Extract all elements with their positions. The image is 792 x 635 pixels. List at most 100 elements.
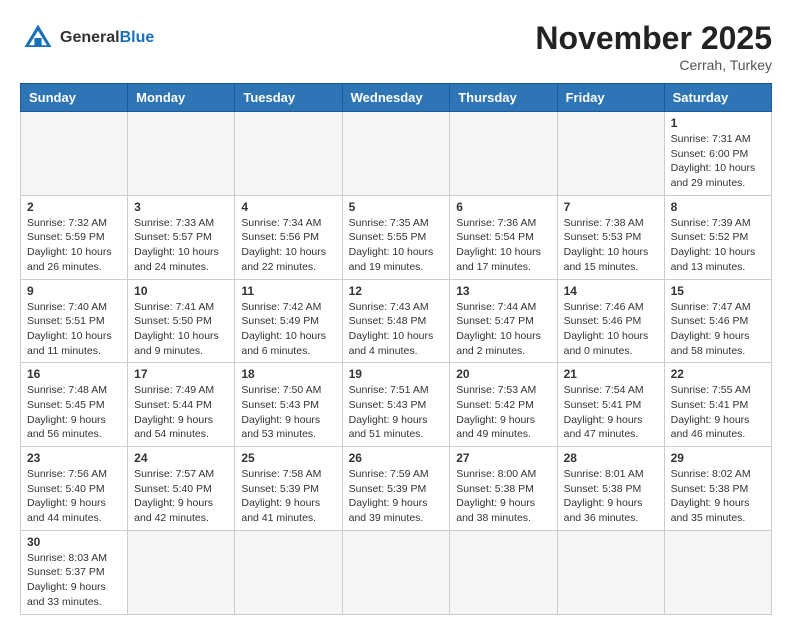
calendar-week-row: 23Sunrise: 7:56 AM Sunset: 5:40 PM Dayli…: [21, 447, 772, 531]
day-number: 18: [241, 367, 335, 381]
day-info: Sunrise: 7:47 AM Sunset: 5:46 PM Dayligh…: [671, 300, 765, 359]
calendar-cell: 7 Sunrise: 7:38 AM Sunset: 5:53 PM Daylig…: [557, 195, 664, 279]
calendar-day-header: Monday: [128, 84, 235, 112]
day-number: 22: [671, 367, 765, 381]
calendar-cell: [342, 530, 450, 614]
day-number: 25: [241, 451, 335, 465]
day-info: Sunrise: 7:59 AM Sunset: 5:39 PM Dayligh…: [349, 467, 444, 526]
day-info: Sunrise: 7:48 AM Sunset: 5:45 PM Dayligh…: [27, 383, 121, 442]
day-info: Sunrise: 8:00 AM Sunset: 5:38 PM Dayligh…: [456, 467, 550, 526]
day-number: 24: [134, 451, 228, 465]
calendar-cell: 19 Sunrise: 7:51 AM Sunset: 5:43 PM Dayli…: [342, 363, 450, 447]
day-number: 7: [564, 200, 658, 214]
calendar-cell: [128, 112, 235, 196]
month-title: November 2025: [535, 20, 772, 57]
calendar-cell: 11 Sunrise: 7:42 AM Sunset: 5:49 PM Dayli…: [235, 279, 342, 363]
day-number: 12: [349, 284, 444, 298]
calendar-cell: 18 Sunrise: 7:50 AM Sunset: 5:43 PM Dayli…: [235, 363, 342, 447]
calendar-cell: 16 Sunrise: 7:48 AM Sunset: 5:45 PM Dayli…: [21, 363, 128, 447]
day-number: 3: [134, 200, 228, 214]
calendar-cell: 13 Sunrise: 7:44 AM Sunset: 5:47 PM Dayli…: [450, 279, 557, 363]
calendar-table: SundayMondayTuesdayWednesdayThursdayFrid…: [20, 83, 772, 615]
calendar-cell: [557, 530, 664, 614]
day-number: 16: [27, 367, 121, 381]
day-info: Sunrise: 7:32 AM Sunset: 5:59 PM Dayligh…: [27, 216, 121, 275]
calendar-cell: 5 Sunrise: 7:35 AM Sunset: 5:55 PM Daylig…: [342, 195, 450, 279]
calendar-cell: [128, 530, 235, 614]
calendar-cell: 30Sunrise: 8:03 AM Sunset: 5:37 PM Dayli…: [21, 530, 128, 614]
calendar-cell: 26 Sunrise: 7:59 AM Sunset: 5:39 PM Dayli…: [342, 447, 450, 531]
day-info: Sunrise: 7:56 AM Sunset: 5:40 PM Dayligh…: [27, 467, 121, 526]
calendar-cell: 9 Sunrise: 7:40 AM Sunset: 5:51 PM Daylig…: [21, 279, 128, 363]
calendar-cell: 27 Sunrise: 8:00 AM Sunset: 5:38 PM Dayli…: [450, 447, 557, 531]
calendar-day-header: Saturday: [664, 84, 771, 112]
calendar-cell: 17Sunrise: 7:49 AM Sunset: 5:44 PM Dayli…: [128, 363, 235, 447]
day-info: Sunrise: 7:43 AM Sunset: 5:48 PM Dayligh…: [349, 300, 444, 359]
day-info: Sunrise: 7:35 AM Sunset: 5:55 PM Dayligh…: [349, 216, 444, 275]
calendar-cell: 2 Sunrise: 7:32 AM Sunset: 5:59 PM Daylig…: [21, 195, 128, 279]
calendar-week-row: 9 Sunrise: 7:40 AM Sunset: 5:51 PM Daylig…: [21, 279, 772, 363]
day-info: Sunrise: 7:54 AM Sunset: 5:41 PM Dayligh…: [564, 383, 658, 442]
day-number: 5: [349, 200, 444, 214]
day-number: 26: [349, 451, 444, 465]
day-number: 20: [456, 367, 550, 381]
calendar-cell: 10 Sunrise: 7:41 AM Sunset: 5:50 PM Dayli…: [128, 279, 235, 363]
calendar-day-header: Sunday: [21, 84, 128, 112]
day-info: Sunrise: 7:40 AM Sunset: 5:51 PM Dayligh…: [27, 300, 121, 359]
day-info: Sunrise: 7:41 AM Sunset: 5:50 PM Dayligh…: [134, 300, 228, 359]
day-info: Sunrise: 7:46 AM Sunset: 5:46 PM Dayligh…: [564, 300, 658, 359]
calendar-day-header: Tuesday: [235, 84, 342, 112]
calendar-cell: [235, 530, 342, 614]
day-number: 10: [134, 284, 228, 298]
calendar-cell: 24 Sunrise: 7:57 AM Sunset: 5:40 PM Dayli…: [128, 447, 235, 531]
calendar-cell: 1Sunrise: 7:31 AM Sunset: 6:00 PM Daylig…: [664, 112, 771, 196]
logo: GeneralBlue: [20, 20, 154, 56]
day-info: Sunrise: 8:02 AM Sunset: 5:38 PM Dayligh…: [671, 467, 765, 526]
day-number: 8: [671, 200, 765, 214]
calendar-cell: 20 Sunrise: 7:53 AM Sunset: 5:42 PM Dayli…: [450, 363, 557, 447]
day-number: 1: [671, 116, 765, 130]
calendar-cell: [342, 112, 450, 196]
calendar-cell: 25Sunrise: 7:58 AM Sunset: 5:39 PM Dayli…: [235, 447, 342, 531]
day-info: Sunrise: 7:38 AM Sunset: 5:53 PM Dayligh…: [564, 216, 658, 275]
day-number: 9: [27, 284, 121, 298]
calendar-cell: 21Sunrise: 7:54 AM Sunset: 5:41 PM Dayli…: [557, 363, 664, 447]
title-block: November 2025 Cerrah, Turkey: [535, 20, 772, 73]
calendar-day-header: Friday: [557, 84, 664, 112]
calendar-cell: 15 Sunrise: 7:47 AM Sunset: 5:46 PM Dayli…: [664, 279, 771, 363]
day-number: 2: [27, 200, 121, 214]
page-header: GeneralBlue November 2025 Cerrah, Turkey: [20, 20, 772, 73]
calendar-week-row: 16 Sunrise: 7:48 AM Sunset: 5:45 PM Dayli…: [21, 363, 772, 447]
day-number: 17: [134, 367, 228, 381]
location-subtitle: Cerrah, Turkey: [535, 57, 772, 73]
day-info: Sunrise: 7:42 AM Sunset: 5:49 PM Dayligh…: [241, 300, 335, 359]
calendar-cell: 23Sunrise: 7:56 AM Sunset: 5:40 PM Dayli…: [21, 447, 128, 531]
calendar-week-row: 1Sunrise: 7:31 AM Sunset: 6:00 PM Daylig…: [21, 112, 772, 196]
day-info: Sunrise: 7:53 AM Sunset: 5:42 PM Dayligh…: [456, 383, 550, 442]
day-number: 4: [241, 200, 335, 214]
calendar-cell: [664, 530, 771, 614]
day-number: 13: [456, 284, 550, 298]
day-number: 11: [241, 284, 335, 298]
day-number: 28: [564, 451, 658, 465]
calendar-cell: [450, 112, 557, 196]
day-info: Sunrise: 7:44 AM Sunset: 5:47 PM Dayligh…: [456, 300, 550, 359]
calendar-cell: 4Sunrise: 7:34 AM Sunset: 5:56 PM Daylig…: [235, 195, 342, 279]
day-info: Sunrise: 7:57 AM Sunset: 5:40 PM Dayligh…: [134, 467, 228, 526]
day-number: 19: [349, 367, 444, 381]
calendar-cell: 3 Sunrise: 7:33 AM Sunset: 5:57 PM Daylig…: [128, 195, 235, 279]
day-number: 15: [671, 284, 765, 298]
day-number: 30: [27, 535, 121, 549]
day-info: Sunrise: 7:33 AM Sunset: 5:57 PM Dayligh…: [134, 216, 228, 275]
day-number: 6: [456, 200, 550, 214]
day-number: 14: [564, 284, 658, 298]
calendar-cell: [235, 112, 342, 196]
day-info: Sunrise: 7:51 AM Sunset: 5:43 PM Dayligh…: [349, 383, 444, 442]
calendar-day-header: Wednesday: [342, 84, 450, 112]
logo-text: GeneralBlue: [60, 29, 154, 47]
day-info: Sunrise: 7:50 AM Sunset: 5:43 PM Dayligh…: [241, 383, 335, 442]
calendar-cell: 6 Sunrise: 7:36 AM Sunset: 5:54 PM Daylig…: [450, 195, 557, 279]
day-info: Sunrise: 7:36 AM Sunset: 5:54 PM Dayligh…: [456, 216, 550, 275]
calendar-week-row: 30Sunrise: 8:03 AM Sunset: 5:37 PM Dayli…: [21, 530, 772, 614]
day-number: 27: [456, 451, 550, 465]
